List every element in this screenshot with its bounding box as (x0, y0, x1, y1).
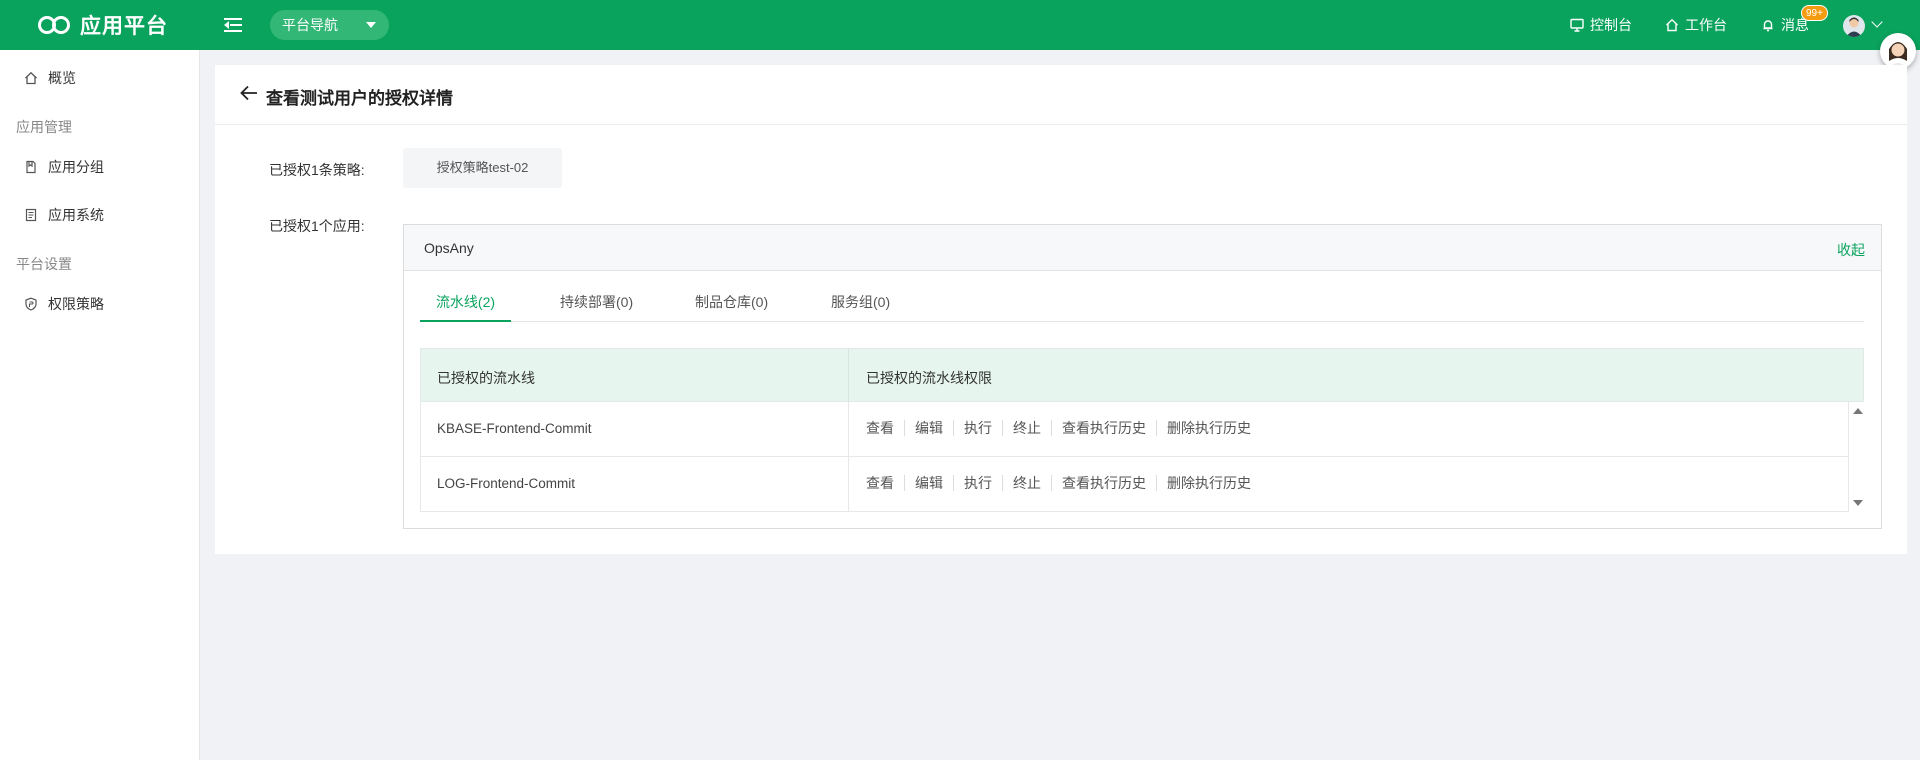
caret-down-icon (366, 22, 376, 28)
tab-pipeline[interactable]: 流水线(2) (420, 292, 511, 322)
page-title: 查看测试用户的授权详情 (266, 89, 453, 108)
permission-tag: 执行 (953, 475, 1002, 491)
permission-tag: 执行 (953, 420, 1002, 436)
workbench-link[interactable]: 工作台 (1665, 15, 1727, 35)
pipeline-name: KBASE-Frontend-Commit (437, 421, 592, 436)
sidebar-item-label: 权限策略 (48, 296, 104, 312)
app-panel-header: OpsAny 收起 (404, 225, 1881, 271)
sidebar-item-label: 应用系统 (48, 207, 104, 223)
monitor-icon (1570, 18, 1584, 32)
permission-tag: 查看执行历史 (1051, 420, 1156, 436)
infinity-logo-icon (38, 16, 70, 34)
sidebar-group-app-management: 应用管理 (16, 119, 72, 135)
permission-tag: 编辑 (904, 475, 953, 491)
list-document-icon (25, 208, 37, 222)
permission-tag: 查看执行历史 (1051, 475, 1156, 491)
tab-artifact-repository[interactable]: 制品仓库(0) (695, 292, 768, 322)
bell-icon (1763, 20, 1773, 32)
table-scrollbar[interactable] (1848, 402, 1864, 512)
apps-label: 已授权1个应用: (269, 218, 365, 234)
permission-tag: 查看 (866, 475, 894, 491)
authorization-detail-card: 查看测试用户的授权详情 已授权1条策略: 授权策略test-02 已授权1个应用… (215, 65, 1907, 554)
app-panel: OpsAny 收起 流水线(2) 持续部署(0) 制品仓库(0) 服务组(0) … (403, 224, 1882, 529)
assistant-avatar-icon[interactable] (1880, 33, 1916, 69)
permission-tag: 终止 (1002, 420, 1051, 436)
column-header-pipeline: 已授权的流水线 (437, 370, 535, 386)
home-icon (1666, 18, 1678, 32)
table-row: LOG-Frontend-Commit 查看 编辑 执行 终止 查看执行历史 删… (420, 457, 1848, 512)
back-arrow-icon[interactable] (240, 84, 258, 102)
sidebar-item-overview[interactable]: 概览 (24, 68, 76, 88)
console-link[interactable]: 控制台 (1570, 15, 1632, 35)
sidebar-item-label: 概览 (48, 70, 76, 86)
tab-continuous-deployment[interactable]: 持续部署(0) (560, 292, 633, 322)
menu-collapse-icon[interactable] (224, 16, 244, 34)
sidebar-item-app-system[interactable]: 应用系统 (24, 205, 104, 225)
workbench-label: 工作台 (1685, 17, 1727, 33)
permission-tag: 删除执行历史 (1156, 475, 1261, 491)
logo-text: 应用平台 (80, 15, 168, 38)
user-avatar[interactable] (1843, 15, 1865, 37)
home-icon (25, 71, 37, 85)
console-label: 控制台 (1590, 17, 1632, 33)
app-logo[interactable]: 应用平台 (38, 12, 168, 38)
permission-list: 查看 编辑 执行 终止 查看执行历史 删除执行历史 (866, 420, 1261, 436)
permission-list: 查看 编辑 执行 终止 查看执行历史 删除执行历史 (866, 475, 1261, 491)
platform-nav-dropdown[interactable]: 平台导航 (270, 10, 389, 40)
document-icon (26, 160, 36, 174)
sidebar-item-label: 应用分组 (48, 159, 104, 175)
tab-service-group[interactable]: 服务组(0) (831, 292, 890, 322)
chevron-down-icon[interactable] (1871, 16, 1883, 28)
table-row: KBASE-Frontend-Commit 查看 编辑 执行 终止 查看执行历史… (420, 402, 1848, 457)
card-title-bar: 查看测试用户的授权详情 (215, 65, 1907, 125)
policies-label: 已授权1条策略: (269, 162, 365, 178)
collapse-link[interactable]: 收起 (1837, 240, 1865, 260)
sidebar-item-permission-policy[interactable]: 权限策略 (24, 294, 104, 314)
permission-tag: 查看 (866, 420, 894, 436)
pipeline-name: LOG-Frontend-Commit (437, 476, 576, 491)
scroll-down-arrow-icon[interactable] (1853, 500, 1863, 506)
platform-nav-label: 平台导航 (282, 17, 338, 33)
resource-tabs: 流水线(2) 持续部署(0) 制品仓库(0) 服务组(0) (420, 292, 1864, 322)
table-header: 已授权的流水线 已授权的流水线权限 (420, 348, 1864, 403)
policy-tag: 授权策略test-02 (403, 148, 562, 188)
app-name: OpsAny (424, 240, 474, 256)
permission-tag: 编辑 (904, 420, 953, 436)
top-header: 应用平台 平台导航 控制台 工作台 消息 99+ (0, 0, 1920, 50)
permission-tag: 终止 (1002, 475, 1051, 491)
column-header-permissions: 已授权的流水线权限 (866, 370, 992, 386)
sidebar: 概览 应用管理 应用分组 应用系统 平台设置 权限策略 (0, 50, 200, 760)
message-count-badge: 99+ (1801, 5, 1828, 21)
scroll-up-arrow-icon[interactable] (1853, 408, 1863, 414)
sidebar-group-platform-settings: 平台设置 (16, 256, 72, 272)
sidebar-item-app-group[interactable]: 应用分组 (24, 157, 104, 177)
permission-tag: 删除执行历史 (1156, 420, 1261, 436)
shield-icon (25, 297, 37, 311)
